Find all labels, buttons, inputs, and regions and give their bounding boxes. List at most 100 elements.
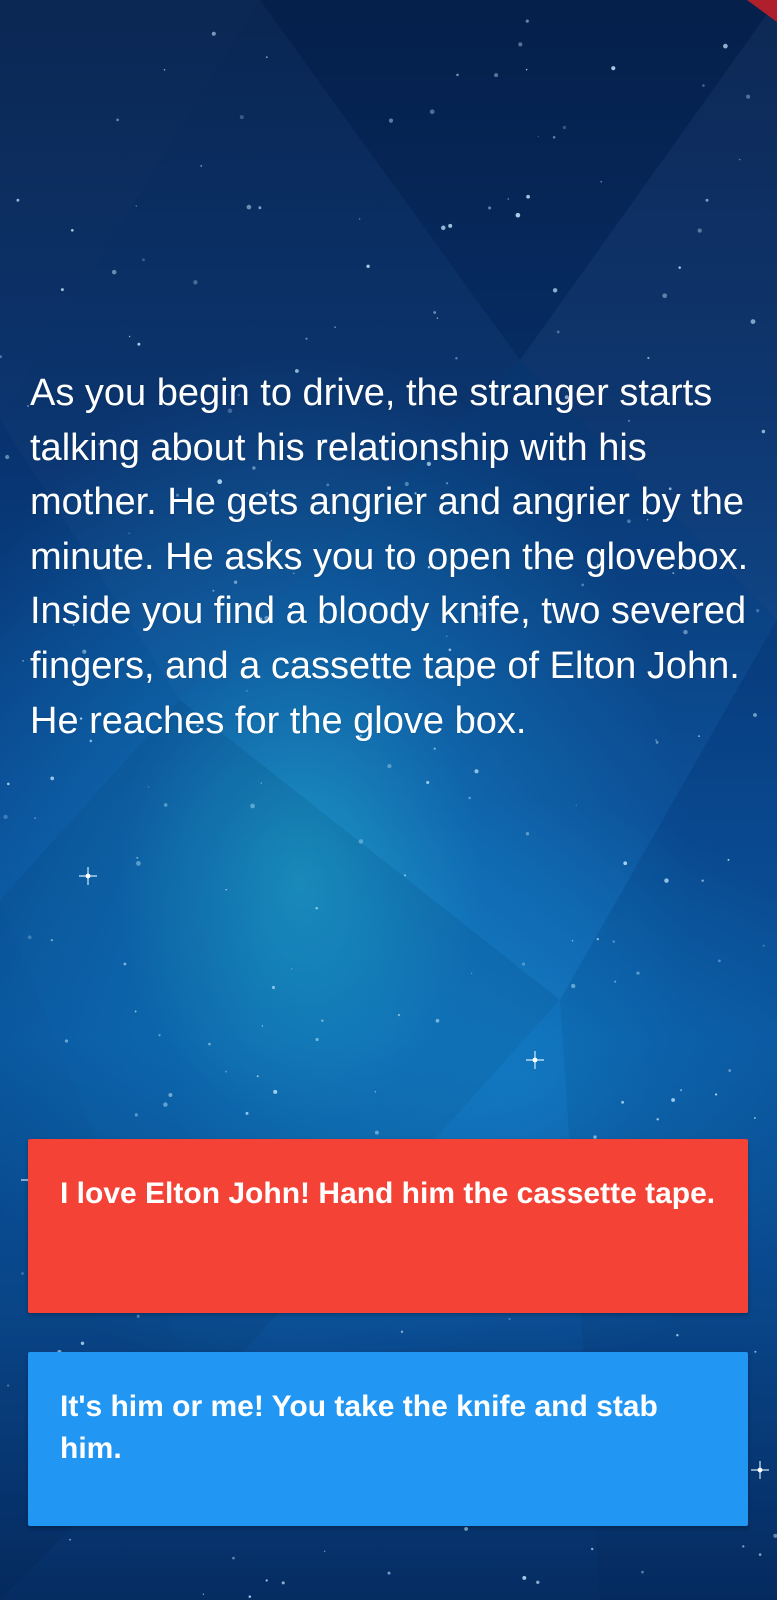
star-dot	[435, 1018, 440, 1023]
star-dot	[116, 118, 119, 122]
star-dot	[596, 937, 599, 941]
star-dot	[261, 1025, 264, 1027]
star-dot	[225, 888, 227, 891]
star-dot	[256, 1075, 259, 1078]
star-dot	[136, 1314, 140, 1318]
star-dot	[678, 266, 681, 269]
star-dot	[671, 1098, 676, 1102]
choice-button-knife[interactable]: It's him or me! You take the knife and s…	[28, 1352, 748, 1526]
star-dot	[400, 1330, 404, 1333]
star-dot	[656, 1118, 659, 1121]
choice-button-cassette[interactable]: I love Elton John! Hand him the cassette…	[28, 1139, 748, 1313]
star-dot	[600, 180, 603, 183]
star-dot	[22, 660, 24, 662]
star-dot	[474, 769, 479, 774]
star-dot	[429, 109, 435, 115]
star-dot	[636, 971, 640, 975]
star-dot	[271, 985, 276, 990]
star-dot	[3, 814, 8, 819]
star-dot	[34, 817, 36, 819]
star-dot	[464, 1527, 468, 1531]
star-dot	[147, 786, 150, 788]
star-dot	[728, 1069, 732, 1072]
star-dot	[7, 782, 10, 786]
star-dot	[525, 19, 529, 23]
star-dot	[387, 763, 392, 769]
star-dot	[200, 165, 203, 167]
star-dot	[246, 204, 252, 210]
star-dot	[321, 1019, 324, 1022]
sparkle	[526, 1051, 544, 1069]
star-dot	[273, 1089, 278, 1094]
star-dot	[163, 803, 168, 807]
star-dot	[433, 311, 437, 314]
star-dot	[701, 879, 704, 882]
star-dot	[111, 269, 117, 275]
star-dot	[134, 1113, 138, 1117]
story-text: As you begin to drive, the stranger star…	[30, 372, 749, 742]
star-dot	[123, 962, 127, 966]
star-dot	[436, 317, 439, 319]
star-dot	[526, 194, 530, 199]
star-dot	[441, 225, 446, 231]
star-dot	[702, 84, 705, 87]
star-dot	[137, 342, 141, 346]
star-dot	[612, 940, 616, 943]
star-dot	[715, 1093, 718, 1096]
star-dot	[614, 980, 617, 983]
star-dot	[521, 962, 526, 966]
star-dot	[134, 1010, 137, 1013]
star-dot	[518, 42, 523, 47]
star-dot	[232, 1556, 235, 1560]
star-dot	[525, 832, 530, 836]
star-dot	[5, 454, 10, 460]
star-dot	[291, 968, 293, 970]
star-dot	[248, 1595, 252, 1598]
star-dot	[142, 258, 145, 262]
star-dot	[69, 1538, 71, 1541]
star-dot	[163, 68, 166, 71]
star-dot	[507, 198, 509, 200]
star-dot	[705, 198, 709, 202]
star-dot	[470, 972, 473, 974]
star-dot	[158, 1033, 161, 1037]
star-dot	[258, 206, 262, 210]
star-dot	[27, 405, 29, 407]
star-dot	[305, 337, 308, 340]
star-dot	[403, 874, 407, 877]
star-dot	[753, 713, 757, 717]
star-dot	[315, 1037, 319, 1042]
star-dot	[265, 1579, 268, 1582]
star-dot	[575, 804, 577, 806]
star-dot	[746, 94, 751, 99]
star-dot	[488, 206, 492, 210]
star-dot	[135, 205, 138, 207]
star-dot	[265, 56, 268, 59]
star-dot	[260, 782, 262, 784]
star-dot	[358, 839, 364, 844]
star-dot	[756, 608, 760, 613]
star-dot	[323, 1550, 326, 1553]
star-dot	[742, 1545, 745, 1548]
star-dot	[70, 228, 74, 232]
star-dot	[623, 861, 628, 866]
star-dot	[494, 73, 499, 78]
star-dot	[397, 1013, 401, 1017]
star-dot	[680, 1089, 682, 1091]
star-dot	[761, 429, 766, 434]
star-dot	[168, 1093, 173, 1097]
star-dot	[662, 293, 668, 299]
star-dot	[591, 1547, 594, 1551]
star-dot	[525, 68, 528, 71]
corner-ribbon	[747, 0, 777, 22]
star-dot	[128, 335, 131, 338]
star-dot	[334, 326, 336, 328]
star-dot	[676, 1334, 679, 1337]
star-dot	[136, 856, 139, 859]
star-dot	[358, 218, 361, 220]
star-dot	[80, 1341, 85, 1345]
star-dot	[374, 1130, 379, 1135]
star-dot	[456, 73, 459, 77]
star-dot	[250, 803, 255, 809]
star-dot	[647, 356, 650, 360]
